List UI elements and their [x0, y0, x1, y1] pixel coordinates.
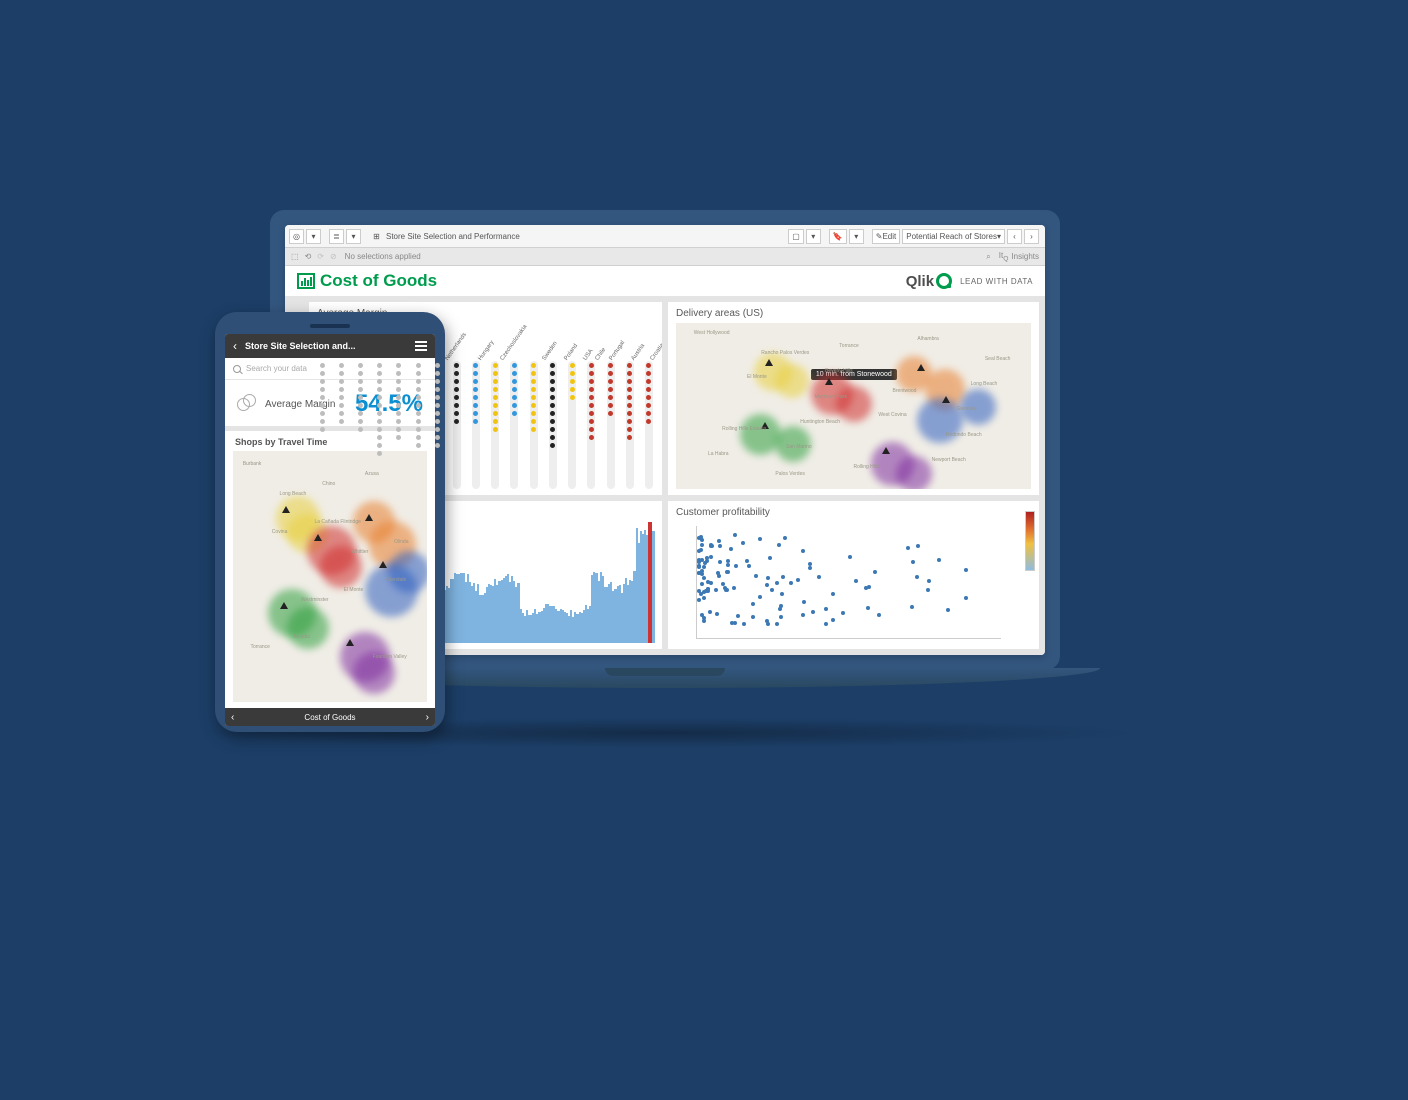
- selection-tool-icon[interactable]: ⬚: [291, 252, 299, 261]
- insights-icon[interactable]: ItQ: [999, 251, 1009, 263]
- selection-status: No selections applied: [345, 252, 421, 261]
- card-title: Delivery areas (US): [676, 308, 1031, 319]
- kpi-value: 54.5%: [355, 390, 423, 418]
- dropdown-icon[interactable]: ▾: [849, 229, 864, 244]
- dropdown-icon[interactable]: ▾: [306, 229, 321, 244]
- phone-device: ‹ Store Site Selection and... Search you…: [215, 312, 445, 732]
- dropdown-icon[interactable]: ▾: [346, 229, 361, 244]
- smart-search-icon[interactable]: ⌕: [986, 252, 990, 262]
- search-placeholder: Search your data: [246, 364, 307, 373]
- scatter-chart[interactable]: [696, 526, 1001, 639]
- selection-bar: ⬚ ⟲ ⟳ ⊘ No selections applied ⌕ ItQ Insi…: [285, 248, 1045, 266]
- menu-icon[interactable]: [415, 341, 427, 351]
- sheet-title: Cost of Goods: [320, 271, 437, 291]
- map-visualization[interactable]: 10 min. from Stonewood West HollywoodBev…: [676, 323, 1031, 489]
- kpi-label: Average Margin: [265, 399, 335, 410]
- profitability-card[interactable]: Customer profitability: [668, 501, 1039, 649]
- chevron-down-icon: ▾: [997, 232, 1001, 241]
- back-icon[interactable]: ‹: [233, 339, 237, 353]
- mobile-map[interactable]: BurbankLa Cañada FlintridgeGlendaleArcad…: [233, 451, 427, 702]
- present-button[interactable]: ▢: [788, 229, 804, 244]
- brand-tagline: LEAD WITH DATA: [960, 277, 1033, 286]
- mobile-bottombar: ‹ Cost of Goods ›: [225, 708, 435, 726]
- delivery-areas-card[interactable]: Delivery areas (US) 10 min. from Stonewo…: [668, 302, 1039, 495]
- bookmark-button[interactable]: 🔖: [829, 229, 847, 244]
- brand-logo: Qlik: [906, 273, 952, 290]
- step-fwd-icon[interactable]: ⟳: [317, 252, 324, 261]
- mobile-search[interactable]: Search your data: [225, 358, 435, 380]
- grid-icon: ⊞: [369, 229, 384, 244]
- next-sheet-button[interactable]: ›: [1024, 229, 1039, 244]
- view-list-button[interactable]: ≣: [329, 229, 344, 244]
- next-icon[interactable]: ›: [426, 712, 429, 723]
- dropdown-icon[interactable]: ▾: [806, 229, 821, 244]
- clear-icon[interactable]: ⊘: [330, 252, 337, 261]
- global-menu-button[interactable]: ◎: [289, 229, 304, 244]
- step-back-icon[interactable]: ⟲: [305, 252, 312, 261]
- search-icon: [233, 365, 241, 373]
- sheet-header: Cost of Goods Qlik LEAD WITH DATA: [285, 266, 1045, 296]
- mobile-app: ‹ Store Site Selection and... Search you…: [225, 334, 435, 726]
- qlik-q-icon: [936, 273, 952, 289]
- card-title: Customer profitability: [676, 507, 1031, 518]
- bar-chart-icon: [297, 273, 315, 289]
- insights-button[interactable]: Insights: [1011, 252, 1039, 261]
- mobile-map-title: Shops by Travel Time: [225, 431, 435, 451]
- sheet-nav-dropdown[interactable]: Potential Reach of Stores ▾: [902, 229, 1005, 244]
- kpi-card[interactable]: Average Margin 54.5%: [225, 380, 435, 431]
- app-title: Store Site Selection and Performance: [386, 232, 520, 241]
- color-legend: [1025, 511, 1035, 571]
- mobile-title: Store Site Selection and...: [245, 341, 356, 351]
- prev-icon[interactable]: ‹: [231, 712, 234, 723]
- alert-bar: [648, 522, 652, 643]
- prev-sheet-button[interactable]: ‹: [1007, 229, 1022, 244]
- coins-icon: [237, 394, 257, 414]
- mobile-topbar: ‹ Store Site Selection and...: [225, 334, 435, 358]
- app-toolbar: ◎ ▾ ≣ ▾ ⊞ Store Site Selection and Perfo…: [285, 225, 1045, 248]
- edit-button[interactable]: ✎ Edit: [872, 229, 901, 244]
- mobile-sheet-name: Cost of Goods: [304, 713, 355, 722]
